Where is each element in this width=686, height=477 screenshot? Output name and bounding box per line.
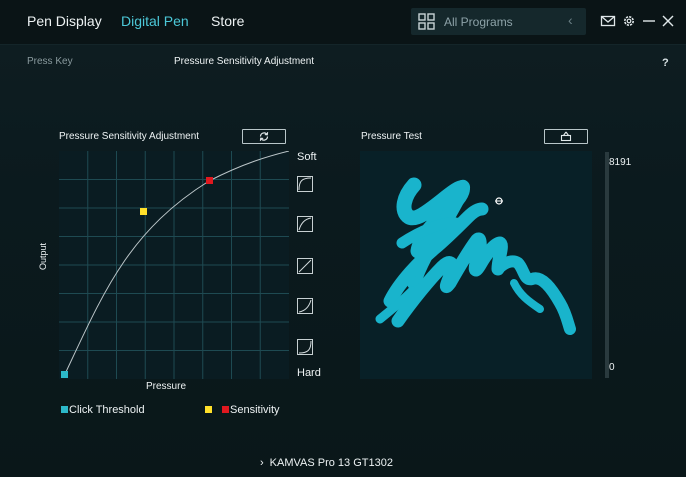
x-axis-label: Pressure [146, 381, 187, 392]
refresh-icon [259, 132, 269, 141]
curve-graph [59, 150, 290, 379]
chevron-left-icon[interactable]: ‹ [568, 12, 573, 28]
pressure-test-canvas[interactable] [360, 151, 592, 379]
preset-soft-button[interactable] [297, 216, 313, 232]
eraser-icon [560, 131, 572, 142]
curve-hard-icon [298, 299, 312, 313]
preset-linear-button[interactable] [297, 258, 313, 274]
device-selector[interactable]: › KAMVAS Pro 13 GT1302 [260, 457, 393, 469]
sensitivity-swatch-yellow [205, 406, 212, 413]
click-threshold-swatch [61, 406, 68, 413]
close-icon[interactable] [660, 13, 676, 29]
preset-softest-button[interactable] [297, 176, 313, 192]
subtab-pressure[interactable]: Pressure Sensitivity Adjustment [174, 56, 314, 67]
hard-label: Hard [297, 367, 321, 379]
pressure-min-label: 0 [609, 362, 615, 373]
preset-hard-button[interactable] [297, 298, 313, 314]
help-icon[interactable]: ? [662, 57, 669, 69]
soft-label: Soft [297, 151, 317, 163]
sensitivity-swatch-red [222, 406, 229, 413]
pen-cursor-icon [495, 197, 503, 205]
curve-hardest-icon [298, 340, 312, 354]
curve-linear-icon [298, 259, 312, 273]
minimize-icon[interactable] [641, 13, 657, 29]
pen-stroke-drawing [375, 177, 576, 335]
subtab-press-key[interactable]: Press Key [27, 56, 73, 67]
mail-icon[interactable] [600, 13, 616, 29]
test-panel-title: Pressure Test [361, 131, 422, 142]
curve-softest-icon [298, 177, 312, 191]
curve-soft-icon [298, 217, 312, 231]
click-threshold-legend: Click Threshold [69, 404, 145, 416]
tab-store[interactable]: Store [211, 13, 244, 29]
grid-icon[interactable] [418, 13, 435, 30]
sensitivity-control-point-yellow[interactable] [140, 208, 147, 215]
device-name: KAMVAS Pro 13 GT1302 [269, 457, 393, 469]
chevron-right-icon: › [260, 457, 264, 469]
tab-pen-display[interactable]: Pen Display [27, 13, 102, 29]
programs-selector-label: All Programs [444, 15, 513, 29]
clear-button[interactable] [544, 129, 588, 144]
curve-panel-title: Pressure Sensitivity Adjustment [59, 131, 200, 142]
y-axis-label: Output [38, 242, 48, 270]
pressure-level-bar [605, 152, 609, 378]
reset-button[interactable] [242, 129, 286, 144]
sensitivity-legend: Sensitivity [230, 404, 280, 416]
tab-digital-pen[interactable]: Digital Pen [121, 13, 189, 29]
click-threshold-handle[interactable] [61, 371, 68, 378]
gear-icon[interactable] [621, 13, 637, 29]
top-bar: Pen Display Digital Pen Store All Progra… [0, 0, 686, 45]
sensitivity-control-point-red[interactable] [206, 177, 213, 184]
pressure-curve-editor[interactable] [59, 150, 290, 379]
preset-hardest-button[interactable] [297, 339, 313, 355]
pressure-max-label: 8191 [609, 157, 632, 168]
